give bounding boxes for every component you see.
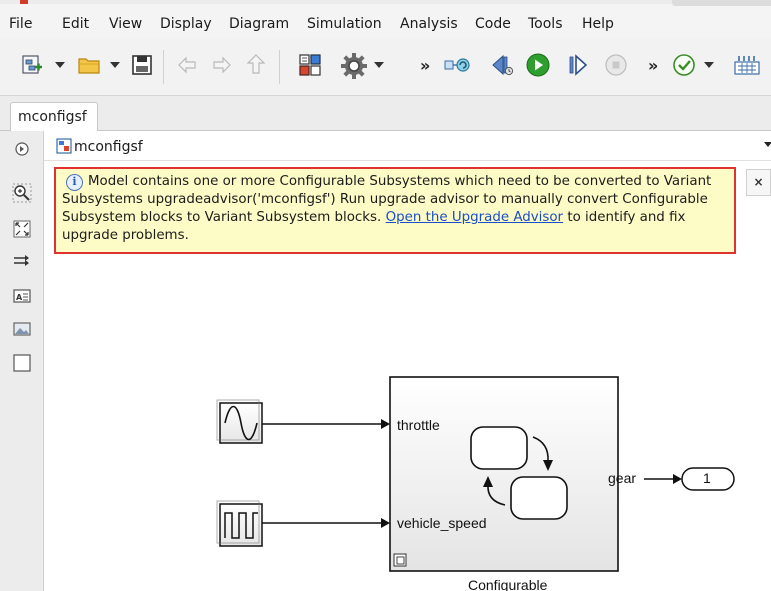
menu-analysis[interactable]: Analysis bbox=[400, 16, 458, 32]
breadcrumb-dropdown-caret[interactable] bbox=[764, 142, 771, 147]
menu-tools[interactable]: Tools bbox=[528, 16, 563, 32]
input-port-label-vehicle-speed: vehicle_speed bbox=[397, 515, 487, 531]
upgrade-advisor-banner: i Model contains one or more Configurabl… bbox=[54, 167, 736, 254]
menu-simulation[interactable]: Simulation bbox=[307, 16, 382, 32]
hide-explorer-icon[interactable] bbox=[12, 139, 32, 159]
toolbar-overflow-chevron[interactable]: » bbox=[420, 56, 430, 75]
new-model-dropdown-caret[interactable] bbox=[55, 62, 65, 68]
zoom-icon[interactable] bbox=[12, 183, 32, 203]
toolbar: » » bbox=[0, 38, 771, 96]
signal-line-vehicle-speed[interactable] bbox=[262, 518, 390, 528]
tab-label: mconfigsf bbox=[18, 109, 87, 125]
new-model-icon[interactable] bbox=[20, 52, 46, 82]
run-icon[interactable] bbox=[524, 52, 552, 82]
menu-display[interactable]: Display bbox=[160, 16, 212, 32]
breadcrumb: mconfigsf bbox=[44, 131, 771, 161]
menu-code[interactable]: Code bbox=[475, 16, 511, 32]
save-icon[interactable] bbox=[130, 52, 154, 82]
forward-arrow-icon[interactable] bbox=[210, 52, 234, 82]
up-arrow-icon[interactable] bbox=[244, 52, 268, 82]
outport-number: 1 bbox=[703, 470, 711, 486]
menu-file[interactable]: File bbox=[9, 16, 32, 32]
configurable-subsystem-block[interactable] bbox=[389, 376, 619, 572]
menu-help[interactable]: Help bbox=[582, 16, 614, 32]
open-dropdown-caret[interactable] bbox=[110, 62, 120, 68]
svg-text:A: A bbox=[16, 293, 23, 302]
window-controls bbox=[672, 0, 771, 6]
toolbar-separator bbox=[163, 50, 164, 84]
area-icon[interactable] bbox=[12, 353, 32, 373]
step-back-icon[interactable] bbox=[489, 52, 515, 82]
check-icon[interactable] bbox=[671, 52, 697, 82]
annotation-icon[interactable]: A bbox=[12, 286, 32, 306]
open-upgrade-advisor-link[interactable]: Open the Upgrade Advisor bbox=[386, 210, 564, 225]
menu-view[interactable]: View bbox=[109, 16, 142, 32]
app-icon bbox=[20, 0, 28, 4]
tab-mconfigsf[interactable]: mconfigsf bbox=[10, 102, 98, 132]
menu-diagram[interactable]: Diagram bbox=[229, 16, 289, 32]
signal-line-throttle[interactable] bbox=[262, 419, 390, 429]
sine-wave-block[interactable] bbox=[216, 399, 263, 444]
pulse-generator-block[interactable] bbox=[216, 500, 263, 547]
library-browser-icon[interactable] bbox=[297, 52, 323, 82]
fit-to-view-icon[interactable] bbox=[12, 219, 32, 239]
breadcrumb-model[interactable]: mconfigsf bbox=[74, 139, 143, 155]
menu-bar: File Edit View Display Diagram Simulatio… bbox=[0, 0, 771, 38]
banner-message: Model contains one or more Configurable … bbox=[62, 173, 734, 245]
menu-edit[interactable]: Edit bbox=[62, 16, 89, 32]
signal-arrow-icon[interactable] bbox=[12, 251, 32, 271]
toolbar-overflow-chevron-2[interactable]: » bbox=[648, 56, 658, 75]
back-arrow-icon[interactable] bbox=[175, 52, 199, 82]
model-settings-gear-icon[interactable] bbox=[340, 52, 368, 82]
input-port-label-throttle: throttle bbox=[397, 417, 440, 433]
step-forward-icon[interactable] bbox=[566, 52, 592, 82]
open-folder-icon[interactable] bbox=[77, 52, 103, 82]
image-icon[interactable] bbox=[12, 319, 32, 339]
tab-bar: mconfigsf bbox=[0, 96, 771, 132]
subsystem-name-label[interactable]: Configurable bbox=[468, 577, 547, 591]
toolbar-separator bbox=[279, 50, 280, 84]
stop-icon[interactable] bbox=[603, 52, 629, 82]
model-icon bbox=[56, 138, 72, 154]
refresh-model-icon[interactable] bbox=[443, 52, 471, 82]
data-display-icon[interactable] bbox=[733, 52, 763, 82]
output-port-label-gear: gear bbox=[608, 470, 637, 486]
check-dropdown-caret[interactable] bbox=[704, 62, 714, 68]
settings-dropdown-caret[interactable] bbox=[374, 62, 384, 68]
banner-close-button[interactable]: × bbox=[746, 169, 771, 196]
window-title-strip bbox=[0, 0, 771, 4]
signal-line-gear[interactable] bbox=[644, 474, 682, 484]
tool-palette: A bbox=[0, 131, 44, 591]
